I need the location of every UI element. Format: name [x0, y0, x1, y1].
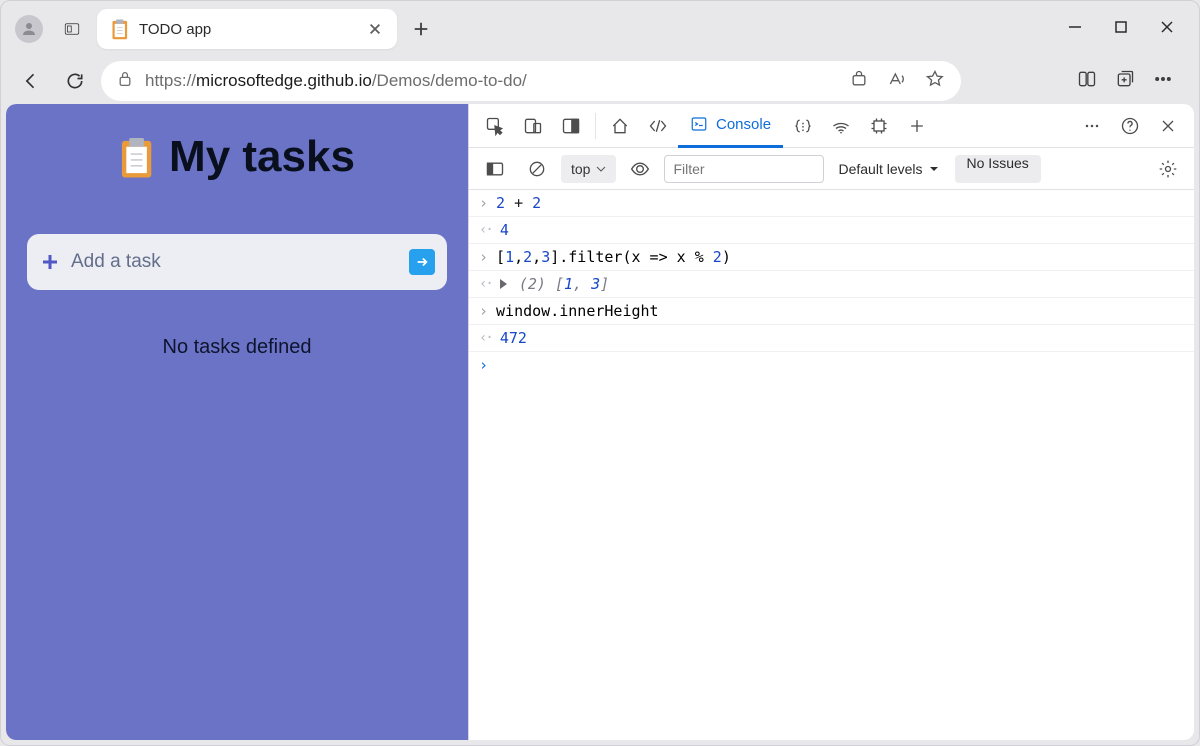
- toggle-sidebar-icon[interactable]: [477, 151, 513, 187]
- performance-tab-icon[interactable]: [861, 108, 897, 144]
- console-input-line: › 2 + 2: [469, 190, 1194, 217]
- more-tabs-icon[interactable]: [899, 108, 935, 144]
- elements-tab-icon[interactable]: [640, 108, 676, 144]
- close-devtools-icon[interactable]: [1150, 108, 1186, 144]
- favorite-icon[interactable]: [925, 69, 945, 94]
- console-output-line: ‹· 472: [469, 325, 1194, 352]
- tab-title: TODO app: [139, 21, 357, 38]
- plus-icon: [39, 251, 61, 273]
- console-output-line[interactable]: ‹· (2) [1, 3]: [469, 271, 1194, 298]
- clear-console-icon[interactable]: [519, 151, 555, 187]
- clipboard-icon: [119, 135, 155, 179]
- device-toggle-icon[interactable]: [515, 108, 551, 144]
- console-output-line: ‹· 4: [469, 217, 1194, 244]
- tab-overview-icon[interactable]: [57, 14, 87, 44]
- shopping-icon[interactable]: [849, 69, 869, 94]
- task-placeholder: Add a task: [71, 251, 399, 273]
- address-bar[interactable]: https://microsoftedge.github.io/Demos/de…: [101, 61, 961, 101]
- network-tab-icon[interactable]: [823, 108, 859, 144]
- browser-tab[interactable]: TODO app: [97, 9, 397, 49]
- context-selector[interactable]: top: [561, 155, 616, 183]
- more-icon[interactable]: [1153, 69, 1173, 94]
- sources-tab-icon[interactable]: [785, 108, 821, 144]
- back-button[interactable]: [13, 63, 49, 99]
- submit-task-button[interactable]: [409, 249, 435, 275]
- console-settings-icon[interactable]: [1150, 151, 1186, 187]
- page-content: My tasks Add a task No tasks defined: [6, 104, 468, 740]
- empty-state-text: No tasks defined: [163, 336, 312, 359]
- new-tab-button[interactable]: [403, 11, 439, 47]
- lock-icon: [117, 70, 133, 93]
- welcome-tab-icon[interactable]: [602, 108, 638, 144]
- help-icon[interactable]: [1112, 108, 1148, 144]
- minimize-icon[interactable]: [1067, 19, 1083, 40]
- clipboard-icon: [111, 18, 129, 40]
- expand-icon[interactable]: [500, 279, 507, 289]
- log-levels-selector[interactable]: Default levels: [838, 161, 938, 177]
- console-output[interactable]: › 2 + 2 ‹· 4 › [1,2,3].filter(x => x % 2…: [469, 190, 1194, 740]
- console-tab[interactable]: Console: [678, 104, 783, 148]
- filter-input[interactable]: [664, 155, 824, 183]
- issues-button[interactable]: No Issues: [955, 155, 1041, 183]
- live-expression-icon[interactable]: [622, 151, 658, 187]
- read-aloud-icon[interactable]: [887, 69, 907, 94]
- split-screen-icon[interactable]: [1077, 69, 1097, 94]
- dock-side-icon[interactable]: [553, 108, 589, 144]
- devtools-panel: Console top Default levels No Issues ›: [468, 104, 1194, 740]
- close-tab-icon[interactable]: [367, 21, 383, 37]
- page-title: My tasks: [119, 132, 355, 182]
- collections-icon[interactable]: [1115, 69, 1135, 94]
- maximize-icon[interactable]: [1113, 19, 1129, 40]
- inspect-icon[interactable]: [477, 108, 513, 144]
- url-text: https://microsoftedge.github.io/Demos/de…: [145, 71, 527, 91]
- refresh-button[interactable]: [57, 63, 93, 99]
- console-input-line: › window.innerHeight: [469, 298, 1194, 325]
- console-input-line: › [1,2,3].filter(x => x % 2): [469, 244, 1194, 271]
- profile-avatar[interactable]: [15, 15, 43, 43]
- devtools-more-icon[interactable]: [1074, 108, 1110, 144]
- add-task-input[interactable]: Add a task: [27, 234, 447, 290]
- console-prompt[interactable]: ›: [469, 352, 1194, 378]
- close-window-icon[interactable]: [1159, 19, 1175, 40]
